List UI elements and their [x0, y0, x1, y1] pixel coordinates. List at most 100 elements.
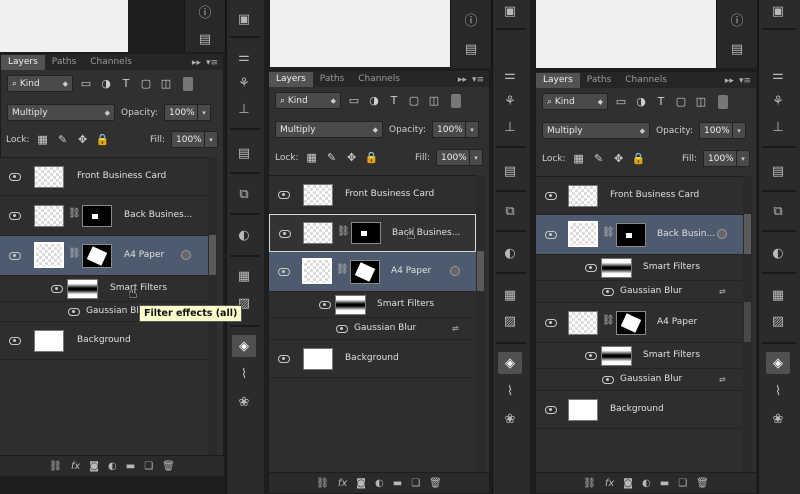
collapse-icon[interactable]: ▸▸ — [458, 75, 467, 85]
trash-icon[interactable]: 🗑 — [696, 478, 709, 489]
filter-options-icon[interactable]: ⇌ — [719, 375, 731, 384]
swatches-icon[interactable]: ▦ — [232, 265, 256, 287]
layers-scrollbar[interactable] — [743, 176, 752, 474]
layer-row[interactable]: Background — [269, 340, 476, 378]
panel-menu-icon[interactable]: ▾≡ — [206, 58, 218, 68]
folder-icon[interactable]: ▬ — [393, 478, 402, 489]
trash-icon[interactable]: 🗑 — [162, 461, 175, 472]
smart-filters-row[interactable]: Smart Filters — [0, 276, 209, 302]
fill-input[interactable]: 100% — [436, 149, 470, 166]
lock-all-icon[interactable]: 🔒 — [365, 151, 379, 165]
adjustments-icon[interactable]: ◐ — [766, 242, 790, 264]
adjustment-filter-icon[interactable]: ◑ — [99, 77, 113, 91]
channels-icon[interactable]: ❀ — [766, 408, 790, 430]
type-filter-icon[interactable]: T — [119, 77, 133, 91]
blend-mode-select[interactable]: Multiply ◆ — [542, 122, 650, 139]
filter-row[interactable]: Gaussian Blur ⇌ — [269, 318, 476, 340]
shape-filter-icon[interactable]: ▢ — [139, 77, 153, 91]
notes-icon[interactable]: ▤ — [725, 38, 749, 60]
lock-move-icon[interactable]: ✥ — [345, 151, 359, 165]
lock-move-icon[interactable]: ✥ — [612, 152, 626, 166]
opacity-input[interactable]: 100% — [164, 104, 198, 121]
fx-icon[interactable]: fx — [605, 478, 614, 489]
notes-icon[interactable]: ▤ — [459, 38, 483, 60]
link-icon[interactable]: ⛓ — [49, 461, 62, 472]
visibility-eye-icon[interactable] — [51, 285, 63, 293]
opacity-dropdown[interactable]: ▾ — [198, 104, 211, 121]
new-layer-icon[interactable]: ❏ — [678, 478, 687, 489]
notes-icon[interactable]: ▤ — [498, 160, 522, 182]
type-filter-icon[interactable]: T — [387, 94, 401, 108]
shape-filter-icon[interactable]: ▢ — [674, 95, 688, 109]
panel-menu-icon[interactable]: ▾≡ — [739, 76, 751, 86]
layer-row[interactable]: Front Business Card — [536, 177, 743, 215]
collapse-icon[interactable]: ▸▸ — [725, 76, 734, 86]
stamp-icon[interactable]: ⊥ — [766, 116, 790, 138]
visibility-eye-icon[interactable] — [545, 319, 557, 327]
sliders-icon[interactable]: ⚌ — [766, 64, 790, 86]
sliders-icon[interactable]: ⚌ — [232, 46, 256, 68]
tab-paths[interactable]: Paths — [45, 55, 83, 70]
smart-filters-row[interactable]: Smart Filters — [269, 292, 476, 318]
filter-row[interactable]: Gaussian Blur ⇌ — [536, 281, 743, 303]
layers-icon[interactable]: ◈ — [498, 352, 522, 374]
fill-dropdown[interactable]: ▾ — [737, 150, 750, 167]
visibility-eye-icon[interactable] — [585, 264, 597, 272]
lock-all-icon[interactable]: 🔒 — [96, 133, 110, 147]
lock-paint-icon[interactable]: ✎ — [325, 151, 339, 165]
fill-dropdown[interactable]: ▾ — [470, 149, 483, 166]
stamp-icon[interactable]: ⊥ — [232, 98, 256, 120]
visibility-eye-icon[interactable] — [278, 268, 290, 276]
new-layer-icon[interactable]: ❏ — [411, 478, 420, 489]
visibility-eye-icon[interactable] — [585, 352, 597, 360]
layer-row[interactable]: Front Business Card — [0, 158, 209, 196]
stamp-icon[interactable]: ⊥ — [498, 116, 522, 138]
opacity-dropdown[interactable]: ▾ — [733, 122, 746, 139]
layer-row-hover[interactable]: ⛓ Back Busines... — [269, 214, 476, 252]
tab-layers[interactable]: Layers — [1, 55, 45, 70]
opacity-dropdown[interactable]: ▾ — [466, 121, 479, 138]
visibility-eye-icon[interactable] — [9, 252, 21, 260]
shape-filter-icon[interactable]: ▢ — [407, 94, 421, 108]
layers-icon[interactable]: ◈ — [766, 352, 790, 374]
tab-paths[interactable]: Paths — [313, 72, 351, 87]
collapse-icon[interactable]: ▸▸ — [192, 58, 201, 68]
visibility-eye-icon[interactable] — [9, 212, 21, 220]
clone-icon[interactable]: ▣ — [498, 0, 522, 22]
filter-options-icon[interactable]: ⇌ — [719, 287, 731, 296]
smart-filters-row[interactable]: Smart Filters — [536, 343, 743, 369]
folder-icon[interactable]: ▬ — [126, 461, 135, 472]
lock-paint-icon[interactable]: ✎ — [592, 152, 606, 166]
adjustment-icon[interactable]: ◐ — [375, 478, 384, 489]
mask-icon[interactable]: ◙ — [356, 478, 366, 489]
smart-object-filter-icon[interactable]: ◫ — [159, 77, 173, 91]
visibility-eye-icon[interactable] — [319, 301, 331, 309]
notes-icon[interactable]: ▤ — [232, 142, 256, 164]
notes-icon[interactable]: ▤ — [766, 160, 790, 182]
channels-icon[interactable]: ❀ — [498, 408, 522, 430]
fill-input[interactable]: 100% — [171, 131, 205, 148]
adjustment-icon[interactable]: ◐ — [108, 461, 117, 472]
adjustments-icon[interactable]: ◐ — [232, 224, 256, 246]
paths-icon[interactable]: ⌇ — [766, 380, 790, 402]
info-icon[interactable]: ⓘ — [193, 0, 217, 22]
lock-transparent-icon[interactable]: ▦ — [36, 133, 50, 147]
folder-icon[interactable]: ▬ — [660, 478, 669, 489]
layer-row-selected[interactable]: ⛓ A4 Paper — [0, 236, 209, 276]
notes-icon[interactable]: ▤ — [193, 28, 217, 50]
lock-transparent-icon[interactable]: ▦ — [305, 151, 319, 165]
visibility-eye-icon[interactable] — [545, 192, 557, 200]
blend-mode-select[interactable]: Multiply ◆ — [275, 121, 383, 138]
visibility-eye-icon[interactable] — [278, 191, 290, 199]
clone-icon[interactable]: ▣ — [766, 0, 790, 22]
tab-layers[interactable]: Layers — [269, 72, 313, 87]
layer-row[interactable]: ⛓ Back Busines... — [0, 196, 209, 236]
mask-icon[interactable]: ◙ — [623, 478, 633, 489]
paths-icon[interactable]: ⌇ — [232, 363, 256, 385]
sliders-icon[interactable]: ⚌ — [498, 64, 522, 86]
layer-row[interactable]: Background — [0, 322, 209, 360]
3d-icon[interactable]: ⧉ — [766, 200, 790, 222]
visibility-eye-icon[interactable] — [9, 173, 21, 181]
mask-icon[interactable]: ◙ — [89, 461, 99, 472]
blend-mode-select[interactable]: Multiply ◆ — [7, 104, 115, 121]
